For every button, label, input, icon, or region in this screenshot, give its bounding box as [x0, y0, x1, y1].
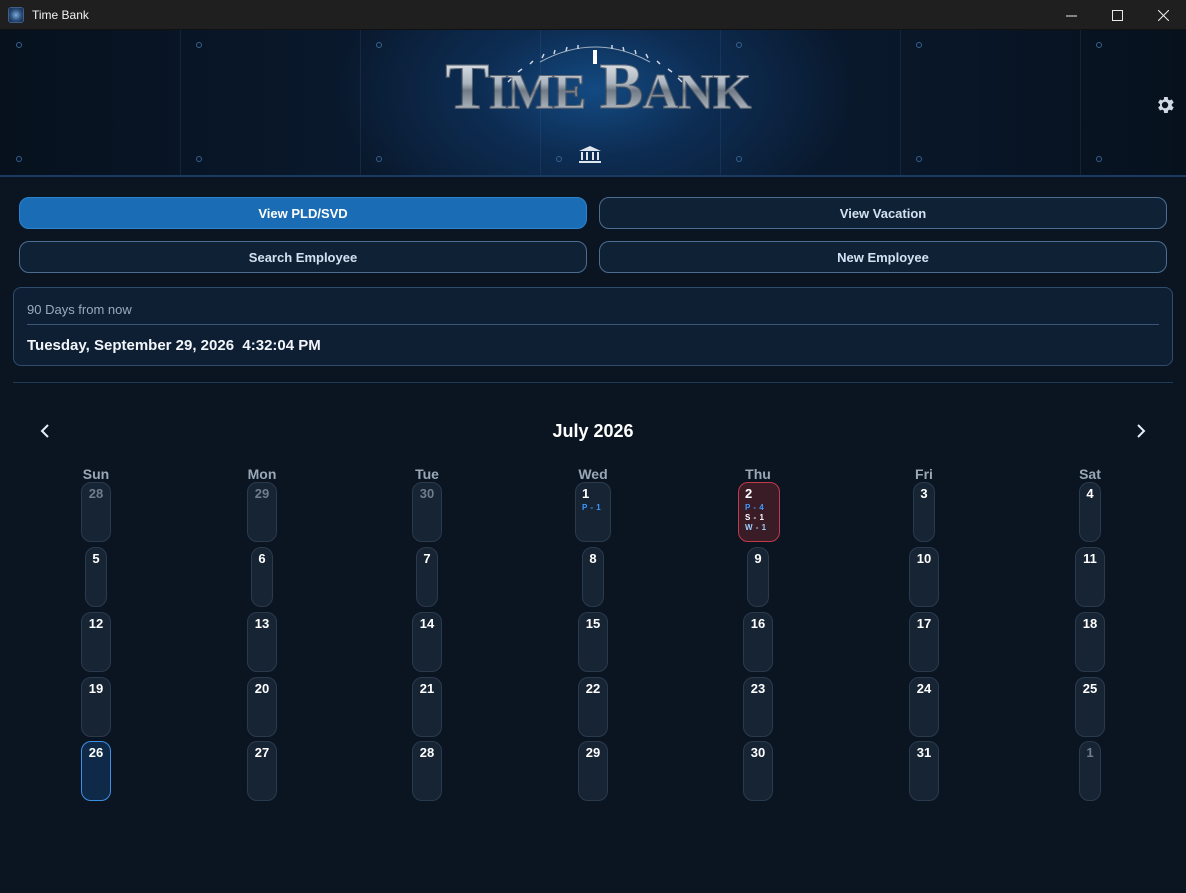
calendar-day[interactable]: 14 [412, 612, 442, 672]
logo-letter-b: B [599, 50, 644, 123]
calendar-day[interactable]: 9 [747, 547, 769, 607]
calendar-day[interactable]: 29 [247, 482, 277, 542]
calendar-day[interactable]: 7 [416, 547, 438, 607]
next-month-button[interactable] [1131, 420, 1151, 442]
chevron-right-icon [1137, 424, 1146, 438]
divider [13, 382, 1173, 383]
view-vacation-button[interactable]: View Vacation [599, 197, 1167, 229]
weekday-header: Wed [578, 466, 608, 482]
minimize-button[interactable] [1048, 0, 1094, 30]
calendar-day[interactable]: 19 [81, 677, 111, 737]
view-pld-svd-button[interactable]: View PLD/SVD [19, 197, 587, 229]
projection-label: 90 Days from now [27, 302, 132, 317]
calendar-day[interactable]: 24 [909, 677, 939, 737]
calendar-day[interactable]: 25 [1075, 677, 1105, 737]
calendar-day[interactable]: 27 [247, 741, 277, 801]
rivet [16, 42, 22, 48]
rivet [376, 42, 382, 48]
weekday-header: Mon [247, 466, 277, 482]
app-icon [8, 6, 24, 23]
maximize-icon [1111, 9, 1123, 21]
calendar-day[interactable]: 8 [582, 547, 604, 607]
weekday-header: Tue [415, 466, 439, 482]
calendar-day[interactable]: 11 [1075, 547, 1105, 607]
calendar-day[interactable]: 20 [247, 677, 277, 737]
rivet [736, 42, 742, 48]
calendar-day[interactable]: 17 [909, 612, 939, 672]
rivet [916, 42, 922, 48]
calendar-day[interactable]: 10 [909, 547, 939, 607]
panel-seam [180, 30, 181, 175]
rivet [16, 156, 22, 162]
calendar-day[interactable]: 15 [578, 612, 608, 672]
pld-count: P - 4 [745, 503, 765, 512]
search-employee-button[interactable]: Search Employee [19, 241, 587, 273]
window-title: Time Bank [32, 7, 89, 22]
panel-seam [1080, 30, 1081, 175]
calendar-day[interactable]: 28 [412, 741, 442, 801]
weekday-header: Sun [82, 466, 110, 482]
rivet [556, 156, 562, 162]
calendar-day[interactable]: 28 [81, 482, 111, 542]
calendar-day[interactable]: 30 [412, 482, 442, 542]
rivet [736, 156, 742, 162]
rivet [196, 42, 202, 48]
calendar-day[interactable]: 31 [909, 741, 939, 801]
pld-count: P - 1 [582, 503, 602, 512]
calendar-day[interactable]: 16 [743, 612, 773, 672]
rivet [1096, 156, 1102, 162]
maximize-button[interactable] [1094, 0, 1140, 30]
gear-icon [1158, 97, 1174, 113]
weekday-header: Sat [1079, 466, 1101, 482]
calendar-day[interactable]: 22 [578, 677, 608, 737]
calendar-day[interactable]: 13 [247, 612, 277, 672]
rivet [916, 156, 922, 162]
previous-month-button[interactable] [35, 420, 55, 442]
app-logo: T IME B ANK [438, 50, 758, 123]
calendar-day[interactable]: 23 [743, 677, 773, 737]
close-icon [1157, 9, 1169, 21]
month-title: July 2026 [552, 421, 634, 441]
calendar-day[interactable]: 29 [578, 741, 608, 801]
calendar-day[interactable]: 6 [251, 547, 273, 607]
panel-seam [360, 30, 361, 175]
calendar-day[interactable]: 2 P - 4 S - 1 W - 1 [738, 482, 780, 542]
calendar-day[interactable]: 1 [1079, 741, 1101, 801]
logo-word-ime: IME [488, 63, 587, 120]
panel-seam [900, 30, 901, 175]
weekday-header: Thu [745, 466, 771, 482]
calendar-day[interactable]: 1 P - 1 [575, 482, 611, 542]
bank-icon [579, 146, 601, 163]
svd-count: S - 1 [745, 513, 765, 522]
window-controls [1048, 0, 1186, 30]
projection-date: Tuesday, September 29, 2026 4:32:04 PM [27, 337, 321, 354]
close-button[interactable] [1140, 0, 1186, 30]
calendar-day[interactable]: 21 [412, 677, 442, 737]
calendar-day[interactable]: 12 [81, 612, 111, 672]
calendar-day[interactable]: 30 [743, 741, 773, 801]
settings-button[interactable] [1154, 94, 1176, 116]
logo-word-ank: ANK [642, 63, 752, 120]
calendar-day[interactable]: 18 [1075, 612, 1105, 672]
chevron-left-icon [40, 424, 49, 438]
vacation-count: W - 1 [745, 523, 767, 532]
logo-letter-t: T [445, 50, 490, 123]
rivet [196, 156, 202, 162]
title-bar: Time Bank [0, 0, 1186, 30]
date-projection-card: 90 Days from now Tuesday, September 29, … [13, 287, 1173, 366]
calendar-day[interactable]: 4 [1079, 482, 1101, 542]
rivet [376, 156, 382, 162]
minimize-icon [1065, 15, 1077, 16]
calendar-day[interactable]: 3 [913, 482, 935, 542]
weekday-header: Fri [915, 466, 933, 482]
new-employee-button[interactable]: New Employee [599, 241, 1167, 273]
calendar-day[interactable]: 5 [85, 547, 107, 607]
calendar-day-today[interactable]: 26 [81, 741, 111, 801]
divider [27, 324, 1159, 325]
rivet [1096, 42, 1102, 48]
